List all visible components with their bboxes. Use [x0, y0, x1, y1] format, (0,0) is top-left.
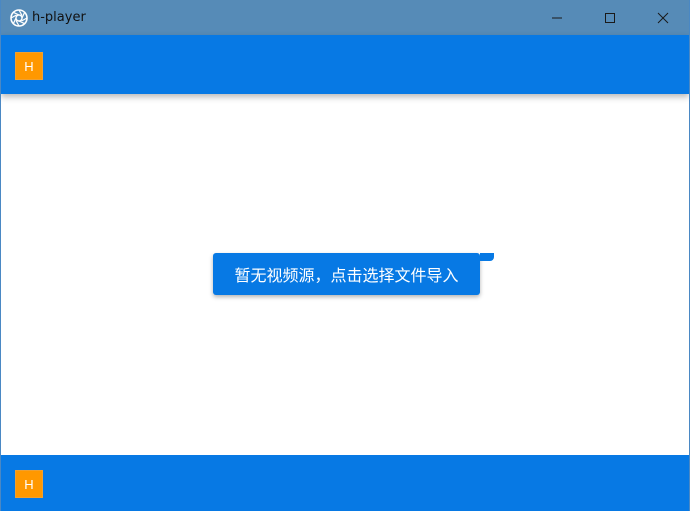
app-header: H	[1, 35, 689, 94]
app-footer: H	[1, 455, 689, 511]
maximize-icon	[604, 12, 615, 23]
video-area: 暂无视频源，点击选择文件导入	[1, 94, 689, 455]
header-logo-badge[interactable]: H	[15, 52, 43, 80]
aperture-icon	[10, 8, 28, 27]
window-controls	[530, 0, 689, 35]
app-window: h-player H 暂无视频源，点击选择文件导入 H	[0, 0, 690, 511]
window-title: h-player	[32, 10, 86, 25]
minimize-button[interactable]	[530, 0, 583, 35]
footer-logo-badge[interactable]: H	[15, 470, 43, 498]
close-button[interactable]	[636, 0, 689, 35]
import-file-button[interactable]: 暂无视频源，点击选择文件导入	[213, 253, 480, 295]
maximize-button[interactable]	[583, 0, 636, 35]
title-bar[interactable]: h-player	[1, 0, 689, 35]
button-corner-accent	[480, 253, 494, 261]
minimize-icon	[551, 17, 562, 18]
close-icon	[657, 12, 668, 23]
